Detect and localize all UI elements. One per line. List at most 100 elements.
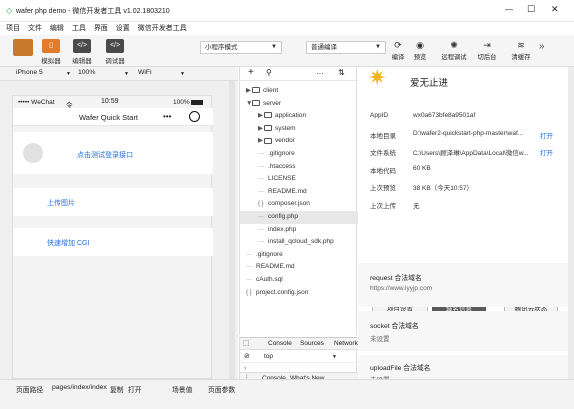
file-item[interactable]: ··· README.md: [240, 186, 358, 199]
file-icon: { }: [246, 289, 252, 296]
file-item[interactable]: { } composer.json: [240, 198, 358, 211]
open-button[interactable]: 打开: [540, 147, 553, 157]
devtools-icon[interactable]: ⬚: [243, 339, 250, 347]
console-prompt[interactable]: ›: [244, 365, 246, 372]
item-label: client: [263, 87, 279, 94]
copy-path-button[interactable]: 复制: [110, 384, 124, 394]
login-card[interactable]: 点击测试登录接口: [13, 132, 213, 174]
info-key: AppID: [370, 112, 389, 119]
compile-button[interactable]: ⟳ 编译: [387, 38, 409, 61]
item-label: application: [275, 112, 307, 120]
simulator-panel: ••••• WeChat 令 10:59 100% Wafer Quick St…: [0, 81, 238, 379]
preview-button[interactable]: ◉ 预览: [409, 38, 431, 61]
menu-item-file[interactable]: 文件: [28, 22, 42, 35]
status-bar: ••••• WeChat 令 10:59 100%: [13, 96, 213, 109]
bug-icon: ✺: [450, 40, 458, 50]
code-icon: </>: [73, 39, 91, 53]
zoom-select[interactable]: 100%: [78, 69, 95, 76]
debugger-button[interactable]: </> 调试器: [101, 39, 129, 65]
file-item[interactable]: ··· LICENSE: [240, 173, 358, 186]
file-icon: ···: [258, 188, 264, 195]
close-button[interactable]: ✕: [551, 4, 559, 15]
info-key: 上次上传: [370, 202, 396, 210]
menu-item-view[interactable]: 界面: [94, 22, 108, 35]
menu-item-wechat-devtools[interactable]: 微信开发者工具: [138, 22, 187, 35]
remote-debug-button[interactable]: ✺ 远程调试: [439, 38, 469, 61]
compile-mode-value: 普通编译: [311, 44, 337, 51]
upload-card[interactable]: 上传图片: [13, 188, 213, 216]
avatar[interactable]: [13, 39, 33, 56]
chevron-down-icon: ▼: [332, 354, 337, 360]
tab-console[interactable]: Console: [268, 340, 292, 347]
params-label[interactable]: 页面参数: [208, 384, 235, 394]
capsule-close-icon[interactable]: [189, 111, 200, 122]
login-link[interactable]: 点击测试登录接口: [77, 150, 133, 160]
open-button[interactable]: 打开: [540, 130, 553, 140]
network-select[interactable]: WiFi: [138, 69, 152, 76]
more-options-button[interactable]: ···: [316, 69, 324, 78]
info-value: 38 KB（今天10:57）: [413, 185, 473, 192]
scrollbar[interactable]: [568, 67, 574, 383]
file-item[interactable]: ··· .gitignore: [240, 148, 358, 161]
file-item[interactable]: ··· install_qcloud_sdk.php: [240, 236, 358, 249]
folder-item[interactable]: ▶ client: [240, 85, 358, 98]
nav-title: Wafer Quick Start: [79, 113, 138, 122]
info-value: C:\Users\顾泽琳\AppData\Local\微信w...: [413, 150, 529, 157]
context-select[interactable]: top: [264, 353, 273, 360]
background-button[interactable]: ⇥ 切后台: [476, 38, 498, 61]
folder-item[interactable]: ▶ vendor: [240, 135, 358, 148]
editor-label: 编辑器: [72, 58, 92, 65]
file-item[interactable]: ··· cAuth.sql: [240, 274, 358, 287]
scrollbar[interactable]: [229, 81, 235, 379]
battery-icon: [191, 100, 203, 105]
minimize-button[interactable]: —: [505, 5, 513, 14]
editor-button[interactable]: </> 编辑器: [68, 39, 96, 65]
folder-item[interactable]: ▶ system: [240, 123, 358, 136]
more-button[interactable]: »: [539, 41, 545, 52]
item-label: vendor: [275, 137, 295, 145]
file-item[interactable]: ··· config.php: [240, 211, 358, 224]
item-label: README.md: [256, 263, 295, 271]
file-icon: ···: [246, 251, 252, 258]
device-select[interactable]: iPhone 5: [16, 69, 43, 76]
menu-dots-button[interactable]: •••: [163, 112, 171, 121]
item-label: system: [275, 124, 296, 132]
compile-mode-select[interactable]: 普通编译 ▼: [306, 41, 386, 54]
clear-cache-label: 清缓存: [511, 54, 531, 61]
clear-console-icon[interactable]: ⊘: [244, 352, 250, 360]
file-item[interactable]: { } project.config.json: [240, 287, 358, 300]
file-item[interactable]: ··· index.php: [240, 224, 358, 237]
cgi-card[interactable]: 快速增加 CGI: [13, 228, 213, 256]
clear-cache-button[interactable]: ≋ 清缓存: [508, 38, 534, 61]
file-item[interactable]: ··· .gitignore: [240, 249, 358, 262]
section-value: https://www.lyyjp.com: [370, 285, 433, 292]
upload-link[interactable]: 上传图片: [47, 198, 75, 208]
cgi-link[interactable]: 快速增加 CGI: [47, 238, 89, 248]
tab-network[interactable]: Network: [334, 340, 358, 347]
request-domain-section: request 合法域名 https://www.lyyjp.com: [358, 263, 568, 307]
background-label: 切后台: [477, 54, 497, 61]
file-item[interactable]: ··· .htaccess: [240, 161, 358, 174]
scene-label[interactable]: 场景值: [172, 384, 192, 394]
menu-item-project[interactable]: 项目: [6, 22, 20, 35]
maximize-button[interactable]: ☐: [527, 4, 535, 15]
sort-button[interactable]: ⇅: [338, 68, 345, 77]
menu-item-edit[interactable]: 编辑: [50, 22, 64, 35]
file-icon: ···: [258, 214, 264, 220]
file-icon: ···: [258, 226, 264, 233]
mode-select[interactable]: 小程序模式 ▼: [200, 41, 282, 54]
search-icon[interactable]: ⚲: [266, 68, 272, 77]
menu-item-tools[interactable]: 工具: [72, 22, 86, 35]
menu-item-settings[interactable]: 设置: [116, 22, 130, 35]
add-file-button[interactable]: +: [248, 67, 254, 78]
open-path-button[interactable]: 打开: [128, 384, 142, 394]
simulator-button[interactable]: ▯ 模拟器: [37, 39, 65, 65]
refresh-icon: ⟳: [394, 40, 402, 50]
mode-select-value: 小程序模式: [205, 44, 238, 51]
file-item[interactable]: ··· README.md: [240, 261, 358, 274]
info-key: 上次预览: [370, 185, 396, 192]
tab-sources[interactable]: Sources: [300, 340, 324, 347]
folder-item[interactable]: ▶ application: [240, 110, 358, 123]
folder-item[interactable]: ▼ server: [240, 98, 358, 111]
debug-icon: </>: [106, 39, 124, 53]
